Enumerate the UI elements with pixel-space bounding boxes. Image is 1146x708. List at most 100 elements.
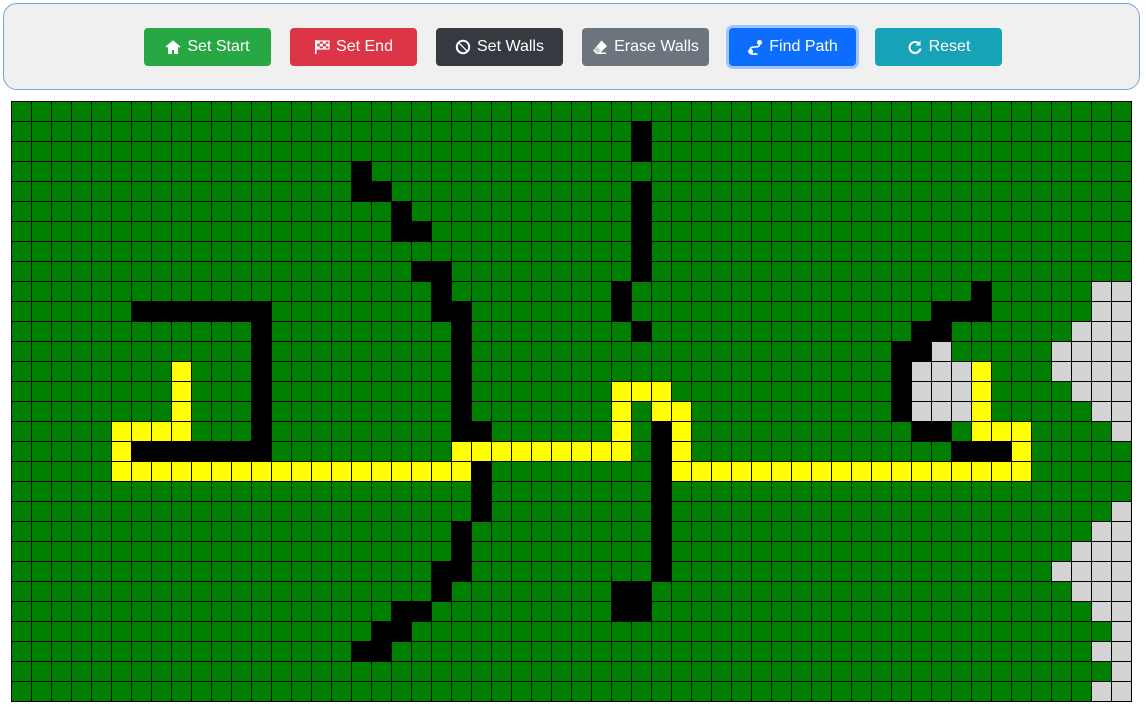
grid-cell-open[interactable] — [792, 642, 812, 662]
grid-cell-open[interactable] — [892, 202, 912, 222]
grid-cell-open[interactable] — [212, 322, 232, 342]
grid-cell-open[interactable] — [692, 242, 712, 262]
grid-cell-open[interactable] — [452, 662, 472, 682]
grid-cell-path[interactable] — [652, 382, 672, 402]
grid-cell-open[interactable] — [932, 202, 952, 222]
grid-cell-open[interactable] — [1072, 182, 1092, 202]
grid-cell-open[interactable] — [432, 662, 452, 682]
grid-cell-open[interactable] — [352, 482, 372, 502]
grid-cell-open[interactable] — [472, 342, 492, 362]
grid-cell-wall[interactable] — [452, 382, 472, 402]
grid-cell-open[interactable] — [112, 602, 132, 622]
grid-cell-visited[interactable] — [1092, 322, 1112, 342]
grid-cell-open[interactable] — [932, 102, 952, 122]
grid-cell-open[interactable] — [112, 542, 132, 562]
grid-cell-open[interactable] — [712, 382, 732, 402]
grid-cell-open[interactable] — [952, 642, 972, 662]
grid-cell-open[interactable] — [132, 382, 152, 402]
grid-cell-open[interactable] — [712, 282, 732, 302]
grid-cell-open[interactable] — [692, 262, 712, 282]
grid-cell-open[interactable] — [1012, 602, 1032, 622]
grid-cell-open[interactable] — [952, 182, 972, 202]
grid-cell-open[interactable] — [312, 282, 332, 302]
grid-cell-open[interactable] — [1012, 542, 1032, 562]
grid-cell-open[interactable] — [252, 182, 272, 202]
grid-cell-open[interactable] — [772, 502, 792, 522]
grid-cell-open[interactable] — [332, 182, 352, 202]
grid-cell-path[interactable] — [192, 462, 212, 482]
grid-cell-open[interactable] — [672, 642, 692, 662]
grid-cell-open[interactable] — [72, 662, 92, 682]
grid-cell-open[interactable] — [112, 682, 132, 702]
grid-cell-open[interactable] — [772, 122, 792, 142]
grid-cell-open[interactable] — [132, 582, 152, 602]
grid-cell-open[interactable] — [852, 262, 872, 282]
grid-cell-open[interactable] — [352, 522, 372, 542]
grid-cell-path[interactable] — [972, 402, 992, 422]
grid-cell-open[interactable] — [912, 262, 932, 282]
grid-cell-open[interactable] — [172, 482, 192, 502]
grid-cell-open[interactable] — [692, 662, 712, 682]
grid-cell-open[interactable] — [872, 222, 892, 242]
grid-cell-open[interactable] — [272, 562, 292, 582]
grid-cell-open[interactable] — [792, 162, 812, 182]
grid-cell-open[interactable] — [472, 542, 492, 562]
grid-cell-wall[interactable] — [652, 442, 672, 462]
grid-cell-open[interactable] — [752, 362, 772, 382]
grid-cell-open[interactable] — [792, 562, 812, 582]
grid-cell-open[interactable] — [552, 242, 572, 262]
grid-cell-wall[interactable] — [632, 202, 652, 222]
grid-cell-open[interactable] — [532, 662, 552, 682]
grid-cell-open[interactable] — [1032, 142, 1052, 162]
grid-cell-open[interactable] — [512, 662, 532, 682]
grid-cell-wall[interactable] — [652, 522, 672, 542]
grid-cell-open[interactable] — [112, 102, 132, 122]
grid-cell-open[interactable] — [952, 662, 972, 682]
grid-cell-open[interactable] — [872, 422, 892, 442]
grid-cell-open[interactable] — [872, 522, 892, 542]
grid-cell-open[interactable] — [512, 522, 532, 542]
grid-cell-open[interactable] — [712, 122, 732, 142]
grid-cell-open[interactable] — [252, 262, 272, 282]
grid-cell-open[interactable] — [632, 282, 652, 302]
grid-cell-open[interactable] — [912, 162, 932, 182]
grid-cell-open[interactable] — [592, 682, 612, 702]
grid-cell-open[interactable] — [592, 202, 612, 222]
grid-cell-open[interactable] — [1072, 102, 1092, 122]
grid-cell-wall[interactable] — [252, 342, 272, 362]
grid-cell-open[interactable] — [572, 402, 592, 422]
grid-cell-open[interactable] — [1032, 402, 1052, 422]
grid-cell-open[interactable] — [312, 362, 332, 382]
grid-cell-path[interactable] — [752, 462, 772, 482]
grid-cell-wall[interactable] — [632, 222, 652, 242]
grid-cell-open[interactable] — [92, 462, 112, 482]
grid-cell-open[interactable] — [32, 402, 52, 422]
grid-cell-open[interactable] — [832, 402, 852, 422]
grid-cell-open[interactable] — [152, 542, 172, 562]
grid-cell-open[interactable] — [1052, 502, 1072, 522]
grid-cell-open[interactable] — [472, 362, 492, 382]
grid-cell-open[interactable] — [672, 202, 692, 222]
grid-cell-open[interactable] — [232, 322, 252, 342]
grid-cell-wall[interactable] — [472, 482, 492, 502]
grid-cell-open[interactable] — [1112, 482, 1132, 502]
grid-cell-open[interactable] — [52, 262, 72, 282]
grid-cell-open[interactable] — [552, 402, 572, 422]
grid-cell-open[interactable] — [252, 562, 272, 582]
grid-cell-visited[interactable] — [1112, 682, 1132, 702]
grid-cell-open[interactable] — [712, 142, 732, 162]
grid-cell-open[interactable] — [172, 242, 192, 262]
grid-cell-open[interactable] — [1032, 362, 1052, 382]
grid-cell-open[interactable] — [372, 502, 392, 522]
grid-cell-open[interactable] — [92, 582, 112, 602]
grid-cell-open[interactable] — [772, 162, 792, 182]
grid-cell-open[interactable] — [852, 602, 872, 622]
grid-cell-open[interactable] — [312, 342, 332, 362]
grid-cell-open[interactable] — [632, 462, 652, 482]
grid-cell-open[interactable] — [312, 102, 332, 122]
grid-cell-open[interactable] — [12, 302, 32, 322]
grid-cell-open[interactable] — [1092, 662, 1112, 682]
grid-cell-open[interactable] — [212, 662, 232, 682]
grid-cell-open[interactable] — [52, 182, 72, 202]
grid-cell-open[interactable] — [252, 642, 272, 662]
